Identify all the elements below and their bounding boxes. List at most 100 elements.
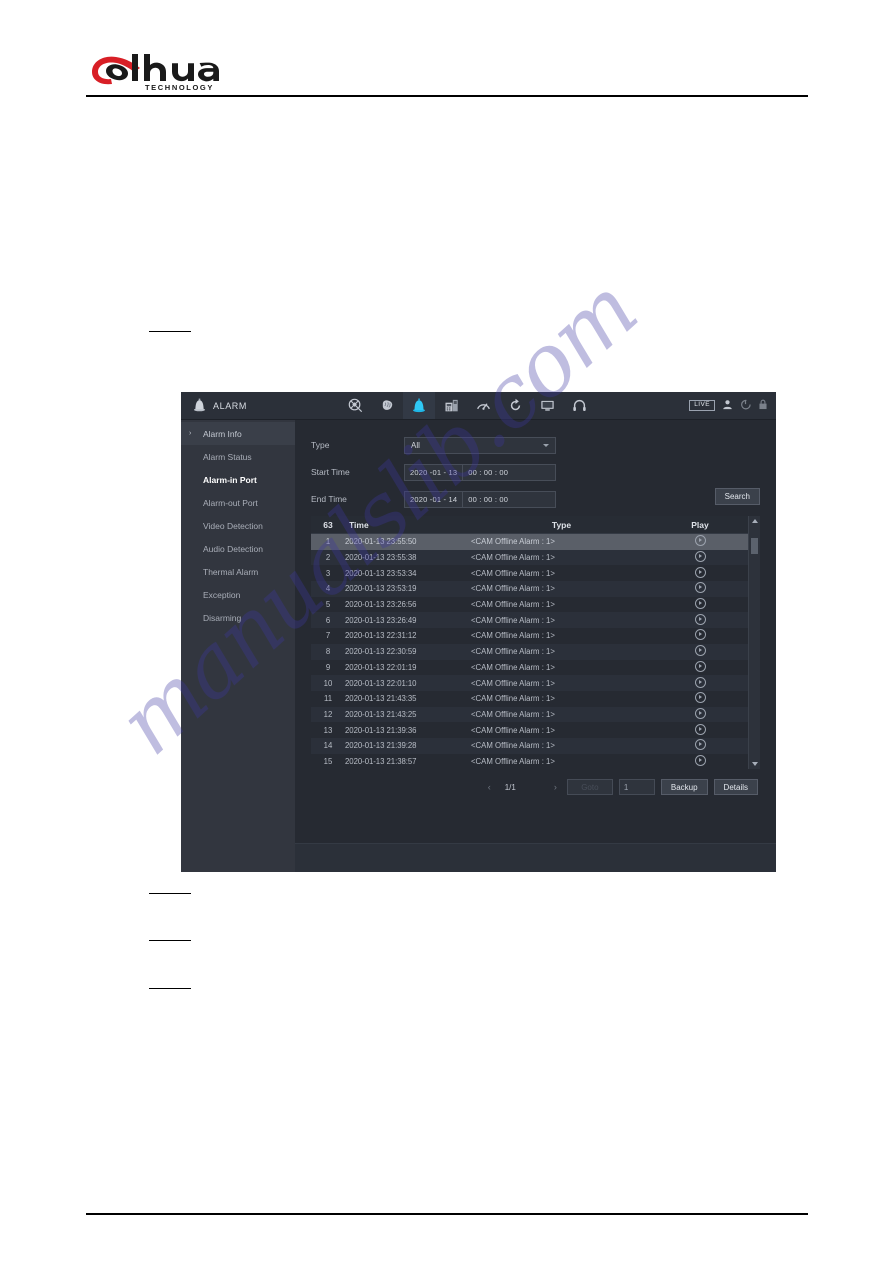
- sidebar-item-alarm-status[interactable]: Alarm Status: [181, 445, 295, 468]
- row-index: 6: [325, 615, 331, 625]
- row-play-cell[interactable]: [652, 676, 748, 690]
- row-index: 13: [323, 725, 333, 735]
- play-icon[interactable]: [694, 566, 706, 578]
- row-play-cell[interactable]: [652, 739, 748, 752]
- table-row[interactable]: 9 2020-01-13 22:01:19 <CAM Offline Alarm :…: [311, 659, 748, 676]
- footer-divider: [86, 1213, 808, 1215]
- row-type: <CAM Offline Alarm : 1>: [471, 584, 555, 594]
- prev-page-button[interactable]: ‹: [484, 782, 495, 792]
- table-row[interactable]: 4 2020-01-13 23:53:19 <CAM Offline Alarm :…: [311, 581, 748, 597]
- row-play-cell[interactable]: [652, 566, 748, 580]
- sidebar-item-alarm-out-port[interactable]: Alarm-out Port: [181, 491, 295, 514]
- play-icon[interactable]: [694, 739, 706, 751]
- page-title: ALARM: [213, 400, 248, 411]
- table-row[interactable]: 1 2020-01-13 23:55:50 <CAM Offline Alarm :…: [311, 534, 748, 550]
- display-monitor-icon[interactable]: [531, 392, 563, 419]
- end-clock-value[interactable]: 00 : 00 : 00: [463, 492, 513, 507]
- table-row[interactable]: 10 2020-01-13 22:01:10 <CAM Offline Alarm …: [311, 675, 748, 691]
- goto-button[interactable]: Goto: [566, 779, 613, 795]
- play-icon[interactable]: [694, 723, 706, 735]
- user-account-icon[interactable]: [722, 399, 733, 412]
- table-row[interactable]: 11 2020-01-13 21:43:35 <CAM Offline Alarm …: [311, 690, 748, 707]
- row-time: 2020-01-13 22:01:10: [345, 678, 417, 688]
- table-scrollbar[interactable]: [748, 516, 760, 769]
- type-row: Type All: [311, 434, 760, 456]
- row-play-cell[interactable]: [652, 660, 748, 674]
- maintenance-refresh-icon[interactable]: [499, 392, 531, 419]
- play-icon[interactable]: [694, 692, 706, 704]
- search-button[interactable]: Search: [714, 488, 760, 505]
- row-play-cell[interactable]: [652, 551, 748, 564]
- scroll-up-arrow[interactable]: [749, 516, 760, 526]
- scroll-down-arrow[interactable]: [749, 759, 760, 769]
- play-icon[interactable]: [694, 754, 706, 766]
- start-clock-value[interactable]: 00 : 00 : 00: [463, 465, 513, 480]
- row-play-cell[interactable]: [652, 598, 748, 611]
- network-speed-icon[interactable]: [467, 392, 499, 419]
- sidebar-item-video-detection[interactable]: Video Detection: [181, 514, 295, 537]
- row-type: <CAM Offline Alarm : 1>: [471, 647, 555, 657]
- row-play-cell[interactable]: [652, 645, 748, 658]
- logout-icon[interactable]: [740, 399, 751, 412]
- page-number-input[interactable]: 1: [618, 779, 655, 795]
- sidebar-item-disarming[interactable]: Disarming: [181, 606, 295, 629]
- caption-rule-top: [149, 331, 191, 332]
- play-icon[interactable]: [694, 676, 706, 688]
- row-play-cell[interactable]: [652, 692, 748, 705]
- row-play-cell[interactable]: [652, 535, 748, 548]
- play-icon[interactable]: [694, 645, 706, 657]
- details-button[interactable]: Details: [713, 779, 758, 795]
- row-play-cell[interactable]: [652, 707, 748, 721]
- brain-ai-icon[interactable]: [371, 392, 403, 419]
- table-row[interactable]: 15 2020-01-13 21:38:57 <CAM Offline Alarm …: [311, 753, 748, 769]
- row-index: 8: [325, 647, 331, 657]
- alarm-bell-icon[interactable]: [403, 392, 435, 419]
- table-row[interactable]: 14 2020-01-13 21:39:28 <CAM Offline Alarm …: [311, 737, 748, 754]
- table-row[interactable]: 12 2020-01-13 21:43:25 <CAM Offline Alarm …: [311, 706, 748, 723]
- row-type: <CAM Offline Alarm : 1>: [471, 537, 555, 547]
- scrollbar-thumb[interactable]: [751, 538, 758, 554]
- sidebar-item-audio-detection[interactable]: Audio Detection: [181, 537, 295, 560]
- row-play-cell[interactable]: [652, 582, 748, 595]
- row-index: 12: [323, 709, 333, 719]
- type-select[interactable]: All: [404, 436, 556, 454]
- table-row[interactable]: 5 2020-01-13 23:26:56 <CAM Offline Alarm :…: [311, 596, 748, 613]
- start-time-input[interactable]: 2020 -01 - 13 00 : 00 : 00: [404, 463, 556, 481]
- end-date-value[interactable]: 2020 -01 - 14: [405, 491, 464, 507]
- table-row[interactable]: 6 2020-01-13 23:26:49 <CAM Offline Alarm :…: [311, 612, 748, 629]
- play-icon[interactable]: [694, 551, 706, 563]
- sidebar-item-exception[interactable]: Exception: [181, 583, 295, 606]
- sidebar-item-alarm-info[interactable]: › Alarm Info: [181, 422, 295, 445]
- backup-button[interactable]: Backup: [660, 779, 708, 795]
- table-row[interactable]: 13 2020-01-13 21:39:36 <CAM Offline Alarm …: [311, 722, 748, 738]
- table-row[interactable]: 7 2020-01-13 22:31:12 <CAM Offline Alarm :…: [311, 628, 748, 644]
- play-icon[interactable]: [694, 535, 706, 547]
- play-icon[interactable]: [694, 613, 706, 625]
- next-page-button[interactable]: ›: [550, 782, 561, 792]
- end-time-input[interactable]: 2020 -01 - 14 00 : 00 : 00: [404, 490, 556, 508]
- row-play-cell[interactable]: [652, 754, 748, 768]
- status-icons-group[interactable]: LIVE: [689, 392, 768, 419]
- row-play-cell[interactable]: [652, 723, 748, 737]
- sidebar-item-alarm-in-port[interactable]: Alarm-in Port: [181, 468, 295, 491]
- table-row[interactable]: 8 2020-01-13 22:30:59 <CAM Offline Alarm :…: [311, 643, 748, 660]
- table-row[interactable]: 2 2020-01-13 23:55:38 <CAM Offline Alarm :…: [311, 549, 748, 566]
- row-play-cell[interactable]: [652, 613, 748, 627]
- row-play-cell[interactable]: [652, 629, 748, 642]
- play-icon[interactable]: [694, 598, 706, 610]
- play-icon[interactable]: [694, 582, 706, 594]
- play-icon[interactable]: [694, 629, 706, 641]
- type-select-value: All: [411, 440, 420, 450]
- play-icon[interactable]: [694, 707, 706, 719]
- table-row[interactable]: 3 2020-01-13 23:53:34 <CAM Offline Alarm :…: [311, 565, 748, 582]
- row-time: 2020-01-13 23:26:56: [345, 600, 417, 610]
- start-date-value[interactable]: 2020 -01 - 13: [405, 464, 464, 480]
- ai-search-icon[interactable]: [339, 392, 371, 419]
- row-type: <CAM Offline Alarm : 1>: [471, 615, 555, 625]
- sidebar-item-thermal-alarm[interactable]: Thermal Alarm: [181, 560, 295, 583]
- pos-device-icon[interactable]: [435, 392, 467, 419]
- play-icon[interactable]: [694, 660, 706, 672]
- lock-icon[interactable]: [758, 399, 768, 412]
- main-nav-icons[interactable]: [339, 392, 595, 419]
- audio-headset-icon[interactable]: [563, 392, 595, 419]
